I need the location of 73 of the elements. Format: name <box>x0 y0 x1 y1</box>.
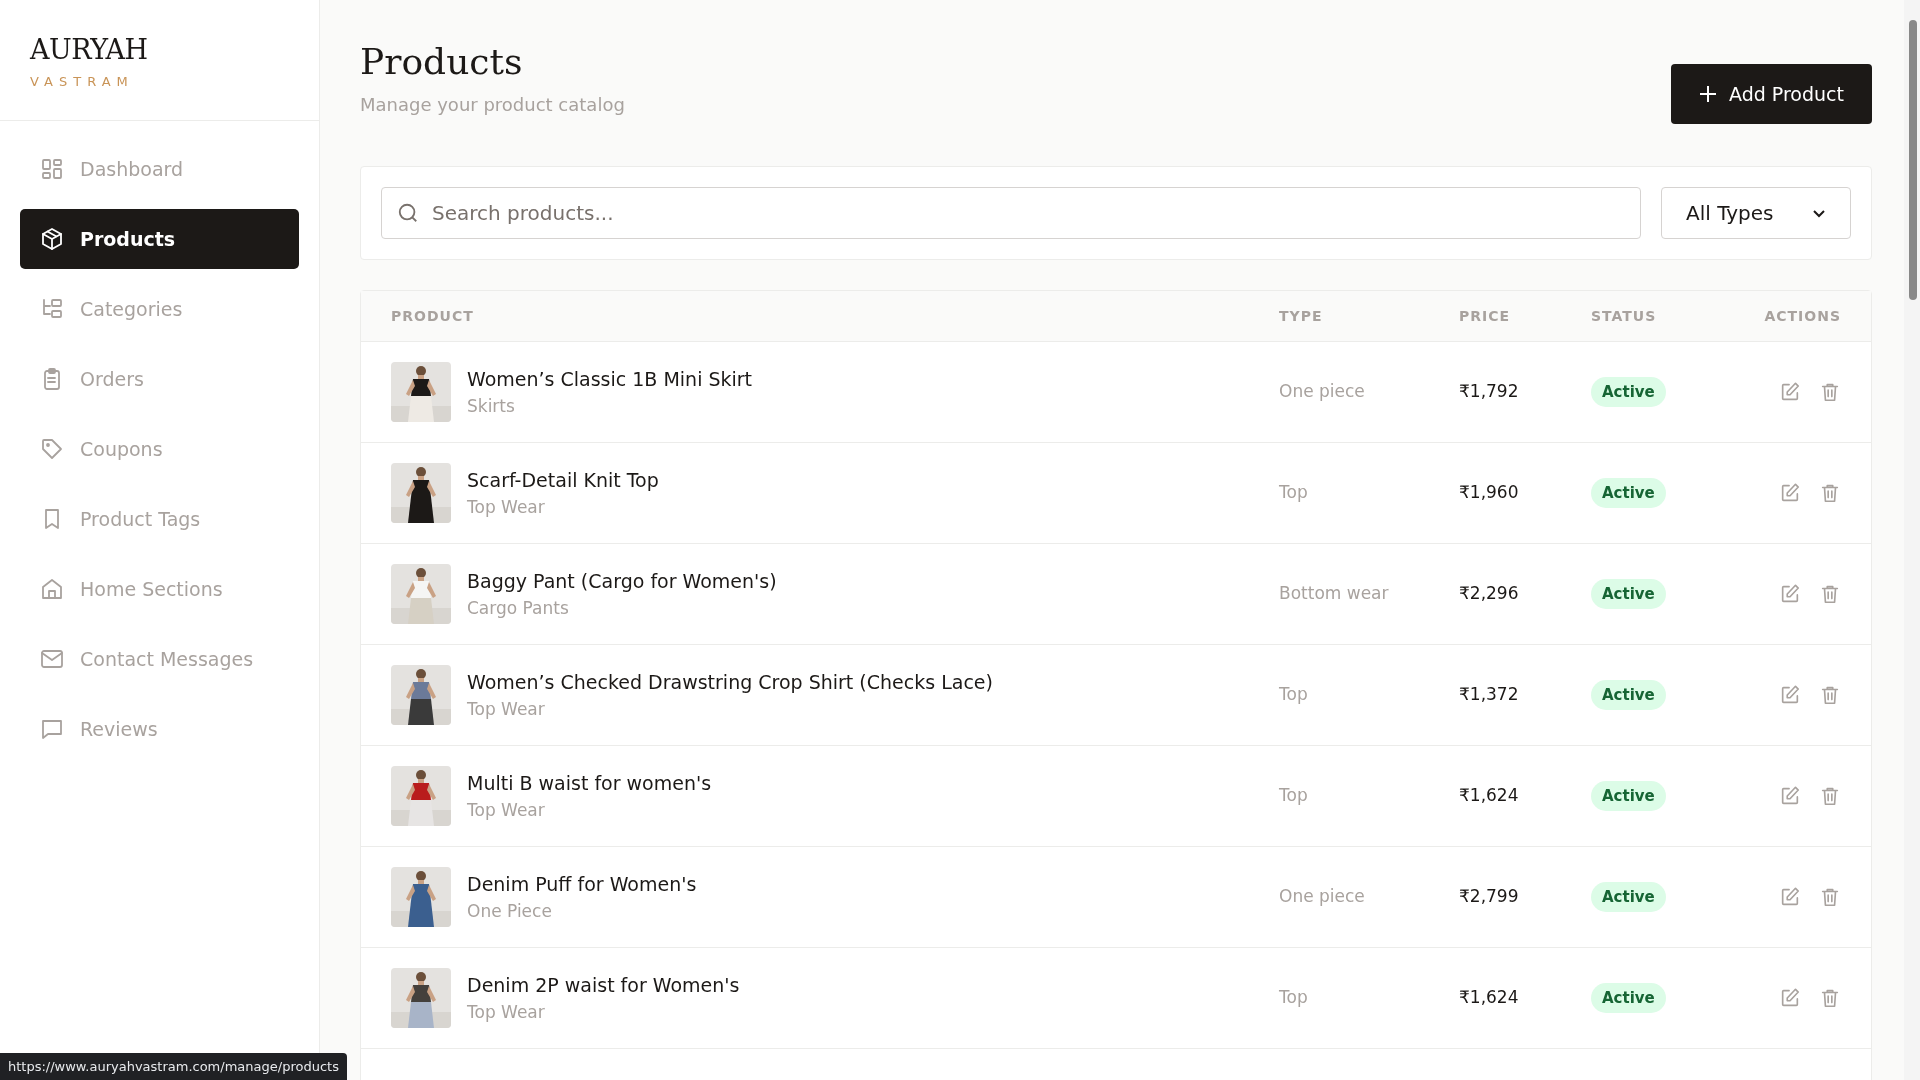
search-icon <box>397 202 419 224</box>
product-name[interactable]: Denim Puff for Women's <box>467 870 697 899</box>
product-type: Top <box>1279 481 1309 505</box>
status-url: https://www.auryahvastram.com/manage/products <box>0 1052 347 1080</box>
status-badge: Active <box>1591 982 1666 1014</box>
tag-icon <box>40 437 64 461</box>
status-badge: Active <box>1591 376 1666 408</box>
product-category: Top Wear <box>467 697 546 721</box>
product-name[interactable]: Women’s Classic 1B Mini Skirt <box>467 365 753 394</box>
product-price: ₹1,624 <box>1459 986 1520 1010</box>
status-badge: Active <box>1591 881 1666 913</box>
delete-icon[interactable] <box>1819 785 1841 807</box>
brand-tagline: VASTRAM <box>30 73 134 91</box>
grid-icon <box>40 157 64 181</box>
product-name[interactable]: Denim 2P waist for Women's <box>467 971 740 1000</box>
product-type: Top <box>1279 683 1309 707</box>
product-price: ₹2,799 <box>1459 885 1520 909</box>
product-price: ₹1,792 <box>1459 380 1520 404</box>
plus-icon <box>1699 85 1718 103</box>
product-type: Bottom wear <box>1279 582 1390 606</box>
column-header: PRODUCT <box>391 306 475 326</box>
product-type: Top <box>1279 784 1309 808</box>
mail-icon <box>40 647 64 671</box>
search-field[interactable]: Search products... <box>381 187 1641 239</box>
product-type: One piece <box>1279 380 1366 404</box>
type-dropdown[interactable]: All Types <box>1661 187 1851 239</box>
chat-icon <box>40 717 64 741</box>
page-subtitle: Manage your product catalog <box>360 93 625 118</box>
home-icon <box>40 577 64 601</box>
product-price: ₹2,296 <box>1459 582 1520 606</box>
edit-icon[interactable] <box>1779 886 1801 908</box>
product-category: Top Wear <box>467 495 546 519</box>
edit-icon[interactable] <box>1779 583 1801 605</box>
product-price: ₹1,960 <box>1459 481 1520 505</box>
page-title: Products <box>360 40 524 84</box>
column-header: TYPE <box>1279 306 1324 326</box>
status-badge: Active <box>1591 578 1666 610</box>
product-name[interactable]: Multi B waist for women's <box>467 769 712 798</box>
column-header: STATUS <box>1591 306 1658 326</box>
product-category: Top Wear <box>467 798 546 822</box>
product-category: Skirts <box>467 394 516 418</box>
status-badge: Active <box>1591 679 1666 711</box>
scrollbar[interactable] <box>1904 0 1920 1080</box>
product-name[interactable]: Scarf-Detail Knit Top <box>467 466 659 495</box>
product-price: ₹1,372 <box>1459 683 1520 707</box>
product-type: One piece <box>1279 885 1366 909</box>
edit-icon[interactable] <box>1779 381 1801 403</box>
product-category: One Piece <box>467 899 553 923</box>
edit-icon[interactable] <box>1779 987 1801 1009</box>
column-header: ACTIONS <box>1763 306 1841 326</box>
product-category: Cargo Pants <box>467 596 570 620</box>
delete-icon[interactable] <box>1819 684 1841 706</box>
add-product-button[interactable]: Add Product <box>1671 64 1872 124</box>
delete-icon[interactable] <box>1819 482 1841 504</box>
product-name[interactable]: Women’s Checked Drawstring Crop Shirt (Checks Lace) <box>467 668 993 697</box>
product-name[interactable]: Baggy Pant (Cargo for Women's) <box>467 567 777 596</box>
box-icon <box>40 227 64 251</box>
delete-icon[interactable] <box>1819 583 1841 605</box>
delete-icon[interactable] <box>1819 381 1841 403</box>
delete-icon[interactable] <box>1819 987 1841 1009</box>
edit-icon[interactable] <box>1779 684 1801 706</box>
hierarchy-icon <box>40 297 64 321</box>
product-price: ₹1,624 <box>1459 784 1520 808</box>
status-badge: Active <box>1591 477 1666 509</box>
column-header: PRICE <box>1459 306 1512 326</box>
edit-icon[interactable] <box>1779 785 1801 807</box>
product-type: Top <box>1279 986 1309 1010</box>
brand-name: AURYAH <box>30 36 148 63</box>
edit-icon[interactable] <box>1779 482 1801 504</box>
sidebar-item[interactable]: Products <box>20 209 299 269</box>
delete-icon[interactable] <box>1819 886 1841 908</box>
status-badge: Active <box>1591 780 1666 812</box>
product-category: Top Wear <box>467 1000 546 1024</box>
